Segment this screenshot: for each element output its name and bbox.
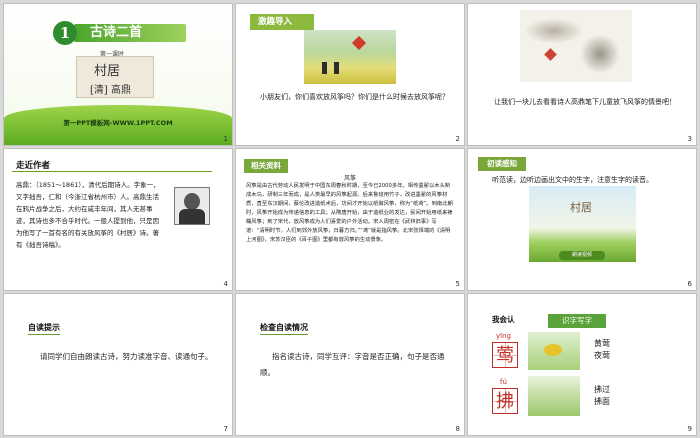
lesson-number-badge: 1 bbox=[53, 21, 77, 45]
tab-literacy[interactable]: 识字写字 bbox=[548, 314, 606, 328]
section-header: 初读感知 bbox=[478, 157, 526, 171]
child-figure bbox=[322, 62, 327, 74]
article-title: 风筝 bbox=[343, 175, 356, 182]
portrait-body bbox=[179, 209, 205, 224]
video-title: 村居 bbox=[570, 201, 592, 214]
word-list: 黄莺 夜莺 bbox=[594, 338, 610, 362]
slide-thumbnail-5[interactable]: 相关资料 风筝 风筝是由古代劳动人民发明于中国东周春秋时期，至今已2000多年。… bbox=[236, 149, 464, 290]
section-header: 我会认 bbox=[492, 315, 515, 324]
section-header: 相关资料 bbox=[244, 159, 288, 173]
slide-thumbnail-7[interactable]: 自读提示 请同学们自由朗读古诗，努力读准字音、读通句子。 7 bbox=[4, 294, 232, 435]
slide-thumbnail-2[interactable]: 激趣导入 小朋友们，你们喜欢放风筝吗？你们是什么时候去放风筝呢？ 2 bbox=[236, 4, 464, 145]
slide-thumbnail-4[interactable]: 走近作者 高鼎：（1851～1861），清代后期诗人。字象一，又字拙吾，仁和（今… bbox=[4, 149, 232, 290]
slide-title: 古诗二首 bbox=[90, 25, 143, 40]
section-header: 激趣导入 bbox=[250, 14, 314, 30]
slide-text: 让我们一块儿去看看诗人高鼎笔下儿童放飞风筝的情景吧！ bbox=[494, 98, 676, 106]
tree-shape bbox=[580, 34, 620, 74]
slide-number: 6 bbox=[687, 280, 692, 288]
child-figure bbox=[334, 62, 339, 74]
slide-thumbnail-9[interactable]: 我会认 识字写字 yīng 莺 黄莺 夜莺 fú 拂 拂过 拂面 9 bbox=[468, 294, 696, 435]
article-text: 风筝是由古代劳动人民发明于中国东周春秋时期，至今已2000多年。相传墨翟以木头制… bbox=[246, 183, 453, 243]
slide-number: 3 bbox=[687, 135, 692, 143]
character-box: 拂 bbox=[492, 388, 518, 414]
section-header: 检查自读情况 bbox=[260, 322, 308, 335]
pinyin-label: yīng bbox=[496, 332, 511, 340]
instruction-text: 听范读，边听边画出文中的生字，注意生字的读音。 bbox=[492, 176, 653, 184]
word-item: 夜莺 bbox=[594, 351, 610, 360]
willow-branch bbox=[524, 18, 584, 44]
slide-thumbnail-3[interactable]: 让我们一块儿去看看诗人高鼎笔下儿童放飞风筝的情景吧！ 3 bbox=[468, 4, 696, 145]
slide-number: 8 bbox=[455, 425, 460, 433]
character-box: 莺 bbox=[492, 342, 518, 368]
author-bio: 高鼎：（1851～1861），清代后期诗人。字象一，又字拙吾，仁和（今浙江省杭州… bbox=[16, 181, 160, 249]
slide-text: 指名读古诗，同学互评：字音是否正确，句子是否通顺。 bbox=[260, 352, 445, 377]
slide-number: 9 bbox=[687, 425, 692, 433]
slide-thumbnail-8[interactable]: 检查自读情况 指名读古诗，同学互评：字音是否正确，句子是否通顺。 8 bbox=[236, 294, 464, 435]
word-item: 拂过 bbox=[594, 385, 610, 394]
slide-number: 2 bbox=[455, 135, 460, 143]
poem-title: 村居 bbox=[94, 64, 121, 79]
pinyin-label: fú bbox=[500, 378, 507, 386]
poem-author: [清] 高鼎 bbox=[90, 85, 131, 96]
section-header: 自读提示 bbox=[28, 322, 60, 335]
bird-icon bbox=[544, 344, 562, 356]
footer-text: 第一PPT模板网-WWW.1PPT.COM bbox=[63, 119, 173, 127]
slide-number: 5 bbox=[455, 280, 460, 288]
hand-grass-photo bbox=[528, 376, 580, 416]
slide-number: 1 bbox=[223, 135, 228, 143]
word-item: 黄莺 bbox=[594, 339, 610, 348]
slide-number: 4 bbox=[223, 280, 228, 288]
slide-thumbnail-6[interactable]: 初读感知 听范读，边听边画出文中的生字，注意生字的读音。 村居 朗读视频 6 bbox=[468, 149, 696, 290]
slide-thumbnail-grid: 1 古诗二首 第一课时 村居 [清] 高鼎 第一PPT模板网-WWW.1PPT.… bbox=[0, 0, 700, 438]
slide-text: 请同学们自由朗读古诗，努力读准字音、读通句子。 bbox=[40, 352, 213, 361]
slide-number: 7 bbox=[223, 425, 228, 433]
slide-text: 小朋友们，你们喜欢放风筝吗？你们是什么时候去放风筝呢？ bbox=[260, 93, 449, 101]
portrait-head bbox=[184, 193, 200, 210]
word-list: 拂过 拂面 bbox=[594, 384, 610, 408]
word-item: 拂面 bbox=[594, 397, 610, 406]
field-photo bbox=[304, 30, 396, 84]
section-header: 走近作者 bbox=[12, 159, 212, 172]
slide-thumbnail-1[interactable]: 1 古诗二首 第一课时 村居 [清] 高鼎 第一PPT模板网-WWW.1PPT.… bbox=[4, 4, 232, 145]
read-video-button[interactable]: 朗读视频 bbox=[559, 251, 605, 260]
